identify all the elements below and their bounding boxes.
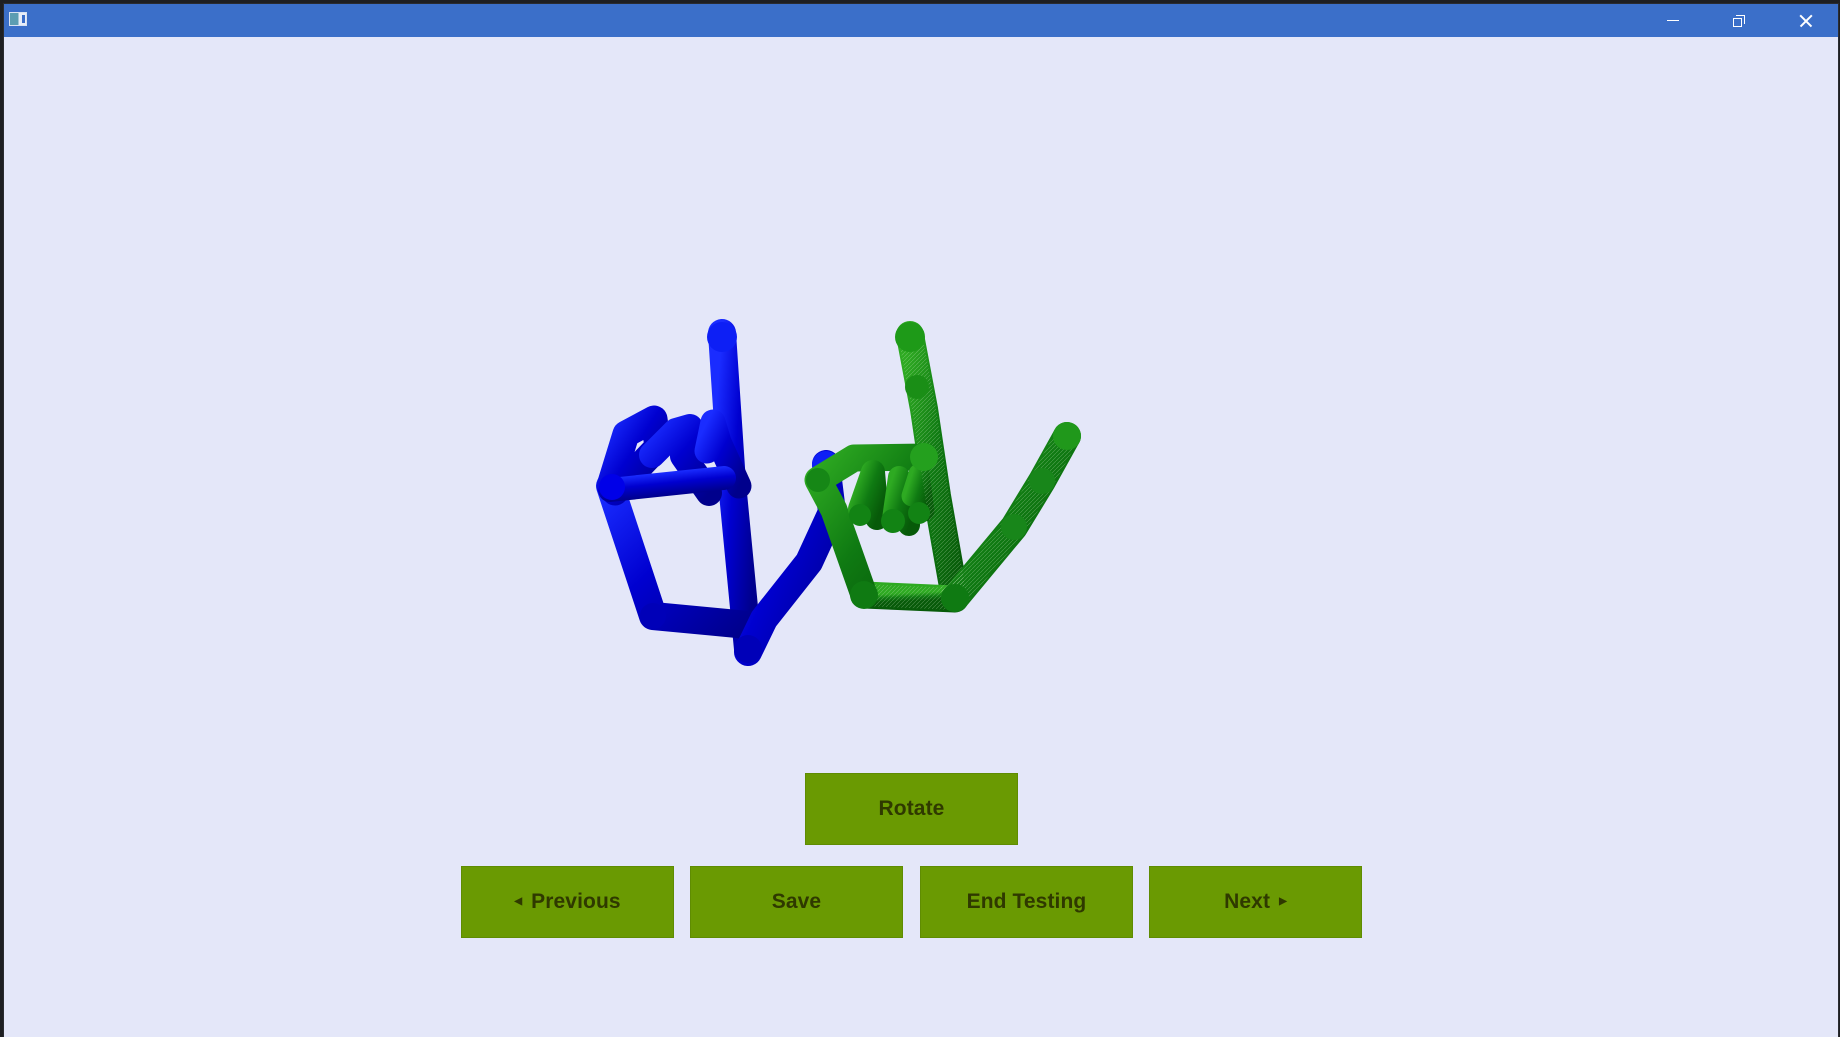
application-window: Rotate ◀ Previous Save End Testing Next … — [4, 4, 1838, 1037]
end-testing-button[interactable]: End Testing — [920, 866, 1133, 938]
green-hand-model — [804, 321, 1081, 613]
rotate-button[interactable]: Rotate — [805, 773, 1018, 845]
app-icon — [9, 12, 27, 26]
left-arrow-icon: ◀ — [514, 896, 523, 907]
save-button[interactable]: Save — [690, 866, 903, 938]
close-icon[interactable] — [1772, 4, 1838, 37]
previous-button-label: Previous — [531, 890, 621, 913]
next-button-label: Next — [1224, 890, 1271, 913]
previous-button[interactable]: ◀ Previous — [461, 866, 674, 938]
blue-hand-model — [596, 319, 846, 666]
main-content: Rotate ◀ Previous Save End Testing Next … — [4, 37, 1838, 1037]
right-arrow-icon: ▶ — [1279, 896, 1287, 907]
hand-visualization — [596, 319, 1081, 666]
window-controls — [1640, 4, 1838, 37]
rotate-button-label: Rotate — [878, 797, 945, 820]
next-button[interactable]: Next ▶ — [1149, 866, 1362, 938]
save-button-label: Save — [771, 890, 822, 913]
end-testing-button-label: End Testing — [966, 890, 1087, 913]
restore-icon[interactable] — [1706, 4, 1772, 37]
minimize-icon[interactable] — [1640, 4, 1706, 37]
title-bar[interactable] — [4, 4, 1838, 37]
